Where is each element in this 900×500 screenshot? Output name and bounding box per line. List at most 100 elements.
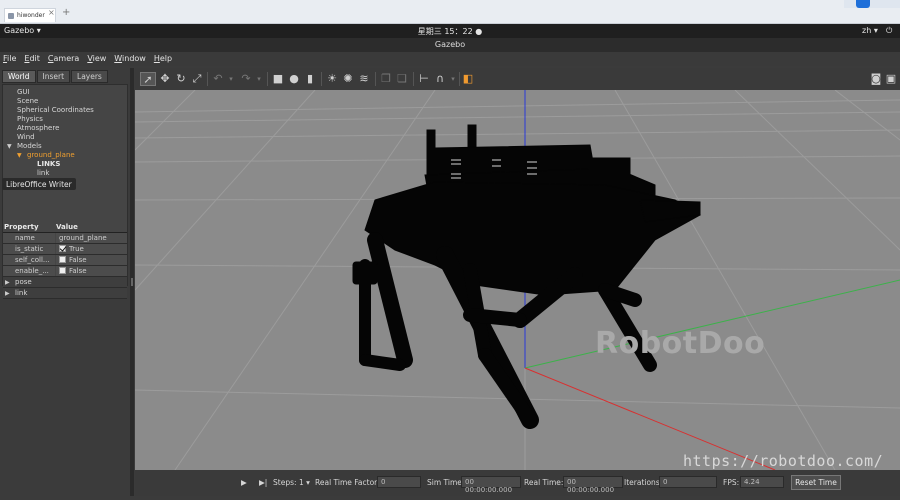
menu-view[interactable]: View [87,52,112,66]
panel-splitter[interactable] [130,68,134,496]
scene-render [135,90,900,470]
window-title: Gazebo [434,40,466,49]
property-value-enable-wind: False [56,266,127,276]
expand-link-icon: ▶ [5,290,10,297]
window-title-bar: Gazebo [0,38,900,52]
fps-label: FPS: [723,478,740,487]
tab-world[interactable]: World [2,70,36,83]
tab-layers[interactable]: Layers [71,70,108,83]
group-link[interactable]: ▶ link [3,288,127,299]
tree-item-wind[interactable]: Wind [17,133,35,141]
menu-bar: File Edit Camera View Window Help [0,52,900,66]
cylinder-icon[interactable]: ▮ [303,72,317,86]
clock[interactable]: 星期三 15：22 ● [418,26,482,37]
expand-pose-icon: ▶ [5,279,10,286]
paste-icon[interactable]: ❏ [395,72,409,86]
rotate-icon[interactable]: ↻ [174,72,188,86]
translate-icon[interactable]: ✥ [158,72,172,86]
tree-item-models[interactable]: Models [17,142,42,150]
tree-item-gui[interactable]: GUI [17,88,30,96]
property-table: Property Value name ground_plane is_stat… [3,223,127,299]
property-value-is-static: True [56,244,127,254]
real-time-factor-label: Real Time Factor: [315,478,380,487]
reset-time-button[interactable]: Reset Time [791,475,841,490]
step-icon[interactable]: ▶| [259,478,267,487]
table-row: is_static True [3,244,127,255]
property-column-header: Property [4,223,39,231]
menu-window[interactable]: Window [114,52,152,66]
splitter-grip-icon [131,278,133,286]
tree-item-ground-plane[interactable]: ground_plane [27,151,75,159]
table-row: enable_... False [3,266,127,277]
screenshot-icon[interactable]: ◙ [869,72,883,86]
expand-ground-plane-icon[interactable]: ▼ [17,152,22,159]
favicon-icon [8,13,14,19]
expand-models-icon[interactable]: ▼ [7,143,12,150]
power-icon[interactable]: ⏻ [886,26,892,36]
tree-item-link[interactable]: link [37,169,49,177]
sphere-icon[interactable]: ● [287,72,301,86]
new-tab-icon[interactable]: + [62,7,70,18]
self-collide-checkbox[interactable] [59,256,66,263]
snap-icon[interactable]: ∩ [433,72,447,86]
select-arrow-icon[interactable]: ➚ [140,72,156,86]
box-icon[interactable]: ■ [271,72,285,86]
tree-item-scene[interactable]: Scene [17,97,38,105]
browser-corner [844,0,900,8]
real-time-label: Real Time: [524,478,564,487]
play-icon[interactable]: ▶ [241,478,247,487]
redo-icon[interactable]: ↷ [239,72,253,86]
undo-icon[interactable]: ↶ [211,72,225,86]
directional-light-icon[interactable]: ≋ [357,72,371,86]
menu-help[interactable]: Help [154,52,178,66]
tree-item-spherical-coordinates[interactable]: Spherical Coordinates [17,106,94,114]
tab-insert[interactable]: Insert [36,70,71,83]
copy-icon[interactable]: ❐ [379,72,393,86]
tree-item-physics[interactable]: Physics [17,115,43,123]
steps-stepper[interactable]: 1 ▾ [299,478,310,487]
scale-icon[interactable]: ⤢ [190,72,204,86]
record-icon[interactable]: ▣ [885,72,897,86]
sim-time-value: 00 00:00:00.000 [461,476,521,494]
iterations-value: 0 [659,476,717,488]
watermark-logo: RobotDoo [595,326,766,361]
align-icon[interactable]: ⊢ [417,72,431,86]
steps-label: Steps: [273,478,297,487]
system-top-bar: Gazebo ▾ 星期三 15：22 ● zh ▾ ⏻ [0,24,900,38]
browser-tab-strip: hiwonder × + [0,0,900,24]
group-pose[interactable]: ▶ pose [3,277,127,288]
property-key: is_static [3,244,55,254]
redo-dropdown-icon[interactable]: ▾ [255,72,263,86]
browser-extension-icon[interactable] [856,0,870,8]
property-key: enable_... [3,266,55,276]
toolbar: ➚ ✥ ↻ ⤢ ↶ ▾ ↷ ▾ ■ ● ▮ ☀ ✺ ≋ ❐ ❏ ⊢ ∩ ▾ ◧ … [135,68,900,90]
value-column-header: Value [56,223,78,231]
enable-wind-checkbox[interactable] [59,267,66,274]
snap-dropdown-icon[interactable]: ▾ [449,72,457,86]
real-time-value: 00 00:00:00.000 [563,476,623,494]
undo-dropdown-icon[interactable]: ▾ [227,72,235,86]
property-value-name[interactable]: ground_plane [56,233,127,243]
input-method-indicator[interactable]: zh ▾ [862,26,878,35]
change-view-icon[interactable]: ◧ [461,72,475,86]
menu-edit[interactable]: Edit [24,52,46,66]
scene-viewport[interactable]: RobotDoo [135,90,900,470]
point-light-icon[interactable]: ☀ [325,72,339,86]
property-value-self-collide: False [56,255,127,265]
menu-file[interactable]: File [3,52,22,66]
browser-tab-label: hiwonder [17,12,45,19]
tree-item-atmosphere[interactable]: Atmosphere [17,124,59,132]
is-static-checkbox[interactable] [59,245,66,252]
property-key: self_coll... [3,255,55,265]
close-tab-icon[interactable]: × [48,8,55,17]
table-row: self_coll... False [3,255,127,266]
panel-tabs: World Insert Layers [2,70,109,83]
robot-dog-model [352,124,701,429]
fps-value: 4.24 [740,476,784,488]
url-watermark: https://robotdoo.com/ [683,452,884,470]
tree-item-links-header: LINKS [37,160,61,168]
spot-light-icon[interactable]: ✺ [341,72,355,86]
menu-camera[interactable]: Camera [48,52,85,66]
table-row: name ground_plane [3,233,127,244]
app-menu[interactable]: Gazebo ▾ [4,26,41,35]
